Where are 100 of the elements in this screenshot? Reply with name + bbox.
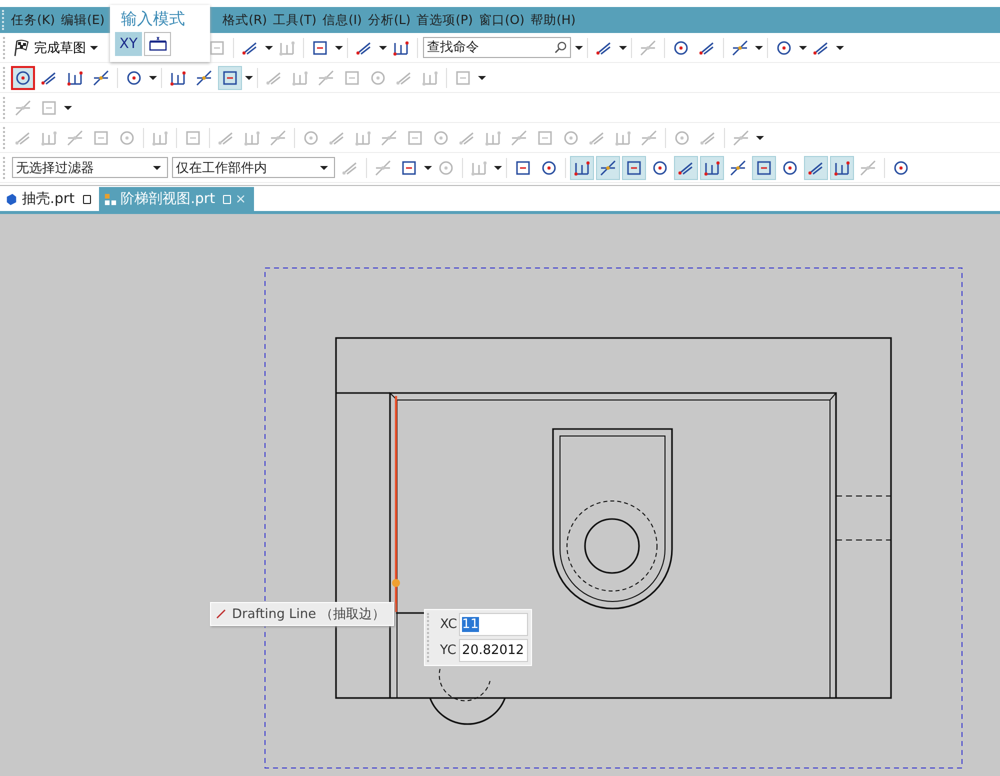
menu-item[interactable]: 窗口(O) bbox=[476, 12, 528, 28]
tool-icon bbox=[651, 158, 669, 176]
part-icon bbox=[5, 192, 18, 206]
tool-icon bbox=[369, 68, 387, 86]
caret-icon bbox=[264, 46, 272, 50]
pin-icon bbox=[82, 194, 91, 204]
mode-button[interactable]: XY bbox=[115, 32, 142, 56]
tool-icon bbox=[92, 68, 110, 86]
filter-dropdown[interactable]: 无选择过滤器 bbox=[12, 157, 168, 178]
tool-icon bbox=[625, 158, 643, 176]
caret-icon bbox=[148, 76, 156, 80]
line-icon bbox=[216, 609, 226, 619]
menu-item[interactable]: 格式(R) bbox=[220, 12, 270, 28]
part-icon bbox=[104, 192, 117, 206]
tool-icon bbox=[392, 38, 410, 56]
coordinate-label: XC bbox=[440, 617, 458, 632]
tool-icon bbox=[672, 38, 690, 56]
menu-item[interactable]: 首选项(P) bbox=[414, 12, 476, 28]
caret-icon bbox=[798, 46, 806, 50]
tool-icon bbox=[703, 158, 721, 176]
toolbar-button[interactable] bbox=[596, 156, 620, 180]
tool-icon bbox=[184, 128, 202, 146]
tool-icon bbox=[400, 158, 418, 176]
tool-icon bbox=[354, 128, 372, 146]
tool-icon bbox=[380, 128, 398, 146]
tool-icon bbox=[343, 68, 361, 86]
toolbar-button[interactable] bbox=[622, 156, 646, 180]
coordinate-field[interactable]: 20.82012 bbox=[459, 639, 528, 662]
toolbar-button[interactable] bbox=[804, 156, 828, 180]
tool-icon bbox=[536, 128, 554, 146]
caret-icon bbox=[320, 166, 328, 170]
tool-icon bbox=[432, 128, 450, 146]
search-field[interactable]: 查找命令 bbox=[423, 37, 571, 58]
tool-icon bbox=[470, 158, 488, 176]
toolbar-button[interactable] bbox=[830, 156, 854, 180]
tool-icon bbox=[118, 128, 136, 146]
toolbar-button[interactable] bbox=[11, 66, 35, 90]
caret-icon bbox=[494, 166, 502, 170]
toolbar-button[interactable] bbox=[570, 156, 594, 180]
tool-icon bbox=[243, 128, 261, 146]
tool-icon bbox=[317, 68, 335, 86]
caret-icon bbox=[836, 46, 844, 50]
menu-item[interactable]: 编辑(E) bbox=[58, 12, 108, 28]
tool-icon bbox=[892, 158, 910, 176]
coordinate-label: YC bbox=[440, 643, 458, 658]
tool-icon bbox=[278, 38, 296, 56]
tool-icon bbox=[195, 68, 213, 86]
menu-item[interactable]: 工具(T) bbox=[270, 12, 320, 28]
tool-icon bbox=[14, 68, 32, 86]
tool-icon bbox=[40, 128, 58, 146]
toolbar-button[interactable] bbox=[674, 156, 698, 180]
tool-icon bbox=[775, 38, 793, 56]
toolbar-button[interactable] bbox=[752, 156, 776, 180]
menu-item[interactable]: 分析(L) bbox=[364, 12, 414, 28]
tool-icon bbox=[540, 158, 558, 176]
caret-icon bbox=[754, 46, 762, 50]
tool-icon bbox=[859, 158, 877, 176]
menu-item[interactable]: 信息(I) bbox=[319, 12, 365, 28]
caret-icon bbox=[618, 46, 626, 50]
tool-icon bbox=[510, 128, 528, 146]
dimension-icon bbox=[148, 36, 168, 52]
tool-icon bbox=[151, 128, 169, 146]
tool-icon bbox=[169, 68, 187, 86]
tool-icon bbox=[781, 158, 799, 176]
tool-icon bbox=[437, 158, 455, 176]
search-icon bbox=[554, 41, 567, 54]
tool-icon bbox=[639, 38, 657, 56]
caret-icon bbox=[64, 106, 72, 110]
tool-icon bbox=[514, 158, 532, 176]
tool-icon bbox=[755, 158, 773, 176]
file-tab[interactable]: 抽壳.prt bbox=[0, 187, 99, 211]
checkered-flag-icon bbox=[12, 38, 30, 56]
tool-icon bbox=[406, 128, 424, 146]
tool-icon bbox=[599, 158, 617, 176]
caret-icon bbox=[378, 46, 386, 50]
tool-icon bbox=[311, 38, 329, 56]
menu-item[interactable]: 帮助(H) bbox=[528, 12, 579, 28]
tool-icon bbox=[640, 128, 658, 146]
tool-icon bbox=[66, 128, 84, 146]
caret-icon bbox=[424, 166, 432, 170]
file-tab[interactable]: 阶梯剖视图.prt × bbox=[98, 187, 254, 211]
caret-icon bbox=[90, 46, 98, 50]
toolbar-button[interactable] bbox=[218, 66, 242, 90]
tool-icon bbox=[454, 68, 472, 86]
caret-icon bbox=[478, 76, 486, 80]
tool-icon bbox=[374, 158, 392, 176]
caret-icon bbox=[244, 76, 252, 80]
tool-icon bbox=[92, 128, 110, 146]
coordinate-field[interactable]: 11 bbox=[459, 613, 528, 636]
filter-dropdown[interactable]: 仅在工作部件内 bbox=[172, 157, 335, 178]
mode-button[interactable] bbox=[144, 32, 171, 56]
toolbar-button[interactable] bbox=[700, 156, 724, 180]
finish-sketch-button[interactable]: 完成草图 bbox=[10, 38, 88, 56]
menu-item[interactable]: 任务(K) bbox=[8, 12, 58, 28]
caret-icon bbox=[153, 166, 161, 170]
tool-icon bbox=[302, 128, 320, 146]
tool-icon bbox=[562, 128, 580, 146]
tool-icon bbox=[731, 38, 749, 56]
tool-icon bbox=[66, 68, 84, 86]
tool-icon bbox=[291, 68, 309, 86]
